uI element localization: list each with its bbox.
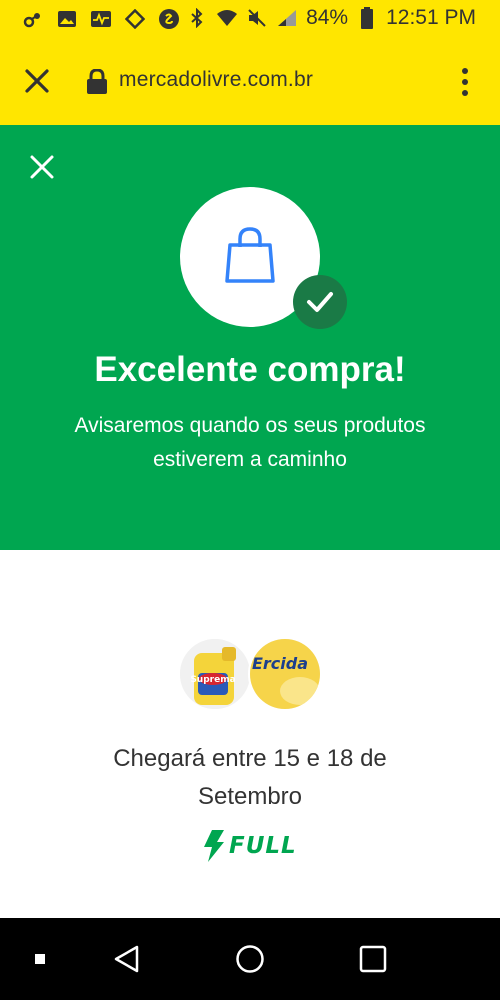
bluetooth-icon [186,7,208,29]
close-icon [30,155,54,179]
close-icon [25,69,49,93]
battery-percent: 84% [306,6,349,29]
check-icon [307,292,333,312]
shazam-icon [158,8,180,30]
shopping-bag-icon [225,227,275,283]
product-thumbnail[interactable]: Suprema [178,637,252,711]
lightning-icon [204,830,224,862]
lock-icon [86,68,108,95]
check-badge [293,275,347,329]
product-thumbnail[interactable]: Ercida [248,637,322,711]
browser-toolbar: mercadolivre.com.br [0,38,500,125]
product-label: Suprema [190,675,235,685]
link-icon [22,8,44,30]
battery-icon [356,7,378,29]
purchase-success-banner: Excelente compra! Avisaremos quando os s… [0,125,500,550]
recents-icon[interactable] [23,942,57,976]
more-vert-icon[interactable] [458,66,472,98]
delivery-section: Suprema Ercida Chegará entre 15 e 18 de … [0,550,500,918]
back-icon[interactable] [110,942,144,976]
status-bar: 84% 12:51 PM [0,0,500,38]
overview-icon[interactable] [356,942,390,976]
product-label: Ercida [252,654,308,673]
banner-subtitle: Avisaremos quando os seus produtos estiv… [74,414,426,471]
clock: 12:51 PM [386,6,476,29]
status-left-icons [22,8,180,30]
system-nav-bar [0,918,500,1000]
status-right-icons: 84% 12:51 PM [186,6,476,30]
url-text[interactable]: mercadolivre.com.br [119,68,313,92]
wifi-icon [216,7,238,29]
image-icon [56,8,78,30]
diamond-icon [124,8,146,30]
full-shipping-badge: FULL [203,830,297,862]
banner-title: Excelente compra! [94,350,406,389]
signal-icon [276,7,298,29]
delivery-estimate: Chegará entre 15 e 18 de Setembro [113,745,387,810]
activity-icon [90,8,112,30]
close-banner-button[interactable] [28,153,56,181]
close-tab-button[interactable] [22,66,52,96]
product-thumbnails: Suprema Ercida [178,637,328,715]
mute-icon [246,7,268,29]
home-icon[interactable] [233,942,267,976]
full-label: FULL [229,833,297,859]
